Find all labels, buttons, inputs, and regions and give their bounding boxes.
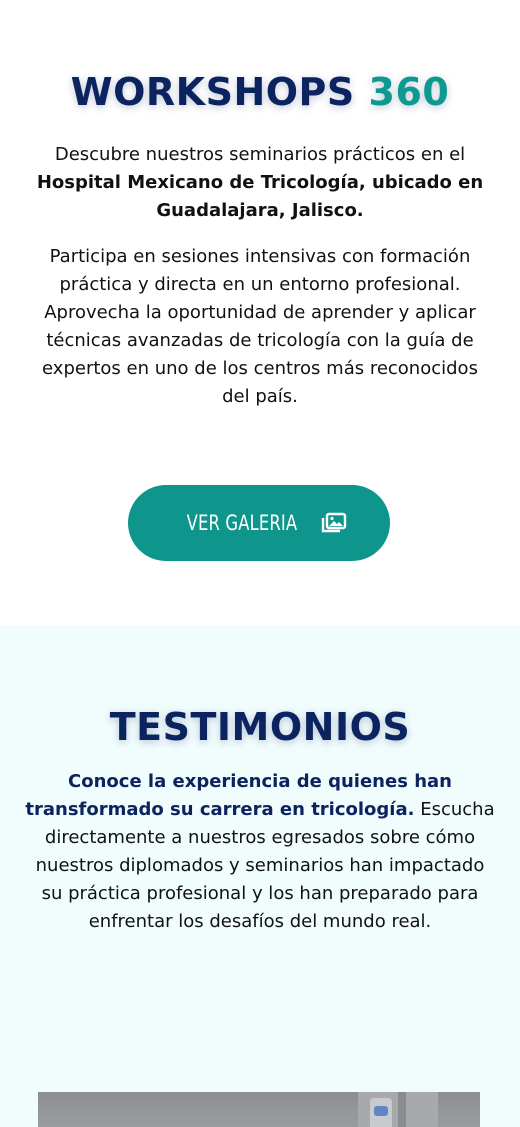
testimonial-video-thumbnail[interactable] [38, 1092, 480, 1127]
gallery-icon [321, 512, 347, 534]
workshops-intro: Descubre nuestros seminarios prácticos e… [30, 141, 490, 225]
workshops-title-accent: 360 [368, 70, 450, 114]
workshops-title: WORKSHOPS 360 [0, 66, 520, 118]
testimonios-text: Conoce la experiencia de quienes han tra… [24, 768, 496, 936]
workshops-section: WORKSHOPS 360 Descubre nuestros seminari… [0, 0, 520, 625]
testimonios-section: TESTIMONIOS Conoce la experiencia de qui… [0, 625, 520, 1127]
workshops-intro-text: Descubre nuestros seminarios prácticos e… [54, 144, 466, 165]
equipment-image [358, 1092, 438, 1127]
ver-galeria-label: VER GALERIA [186, 511, 298, 535]
page: WORKSHOPS 360 Descubre nuestros seminari… [0, 0, 520, 1127]
workshops-title-main: WORKSHOPS [70, 70, 355, 114]
ver-galeria-button[interactable]: VER GALERIA [128, 485, 390, 561]
testimonios-lead-bold: Conoce la experiencia de quienes han tra… [25, 771, 452, 820]
workshops-body: Participa en sesiones intensivas con for… [42, 246, 478, 407]
workshops-intro-bold: Hospital Mexicano de Tricología, ubicado… [36, 172, 484, 221]
testimonios-title: TESTIMONIOS [109, 705, 411, 749]
